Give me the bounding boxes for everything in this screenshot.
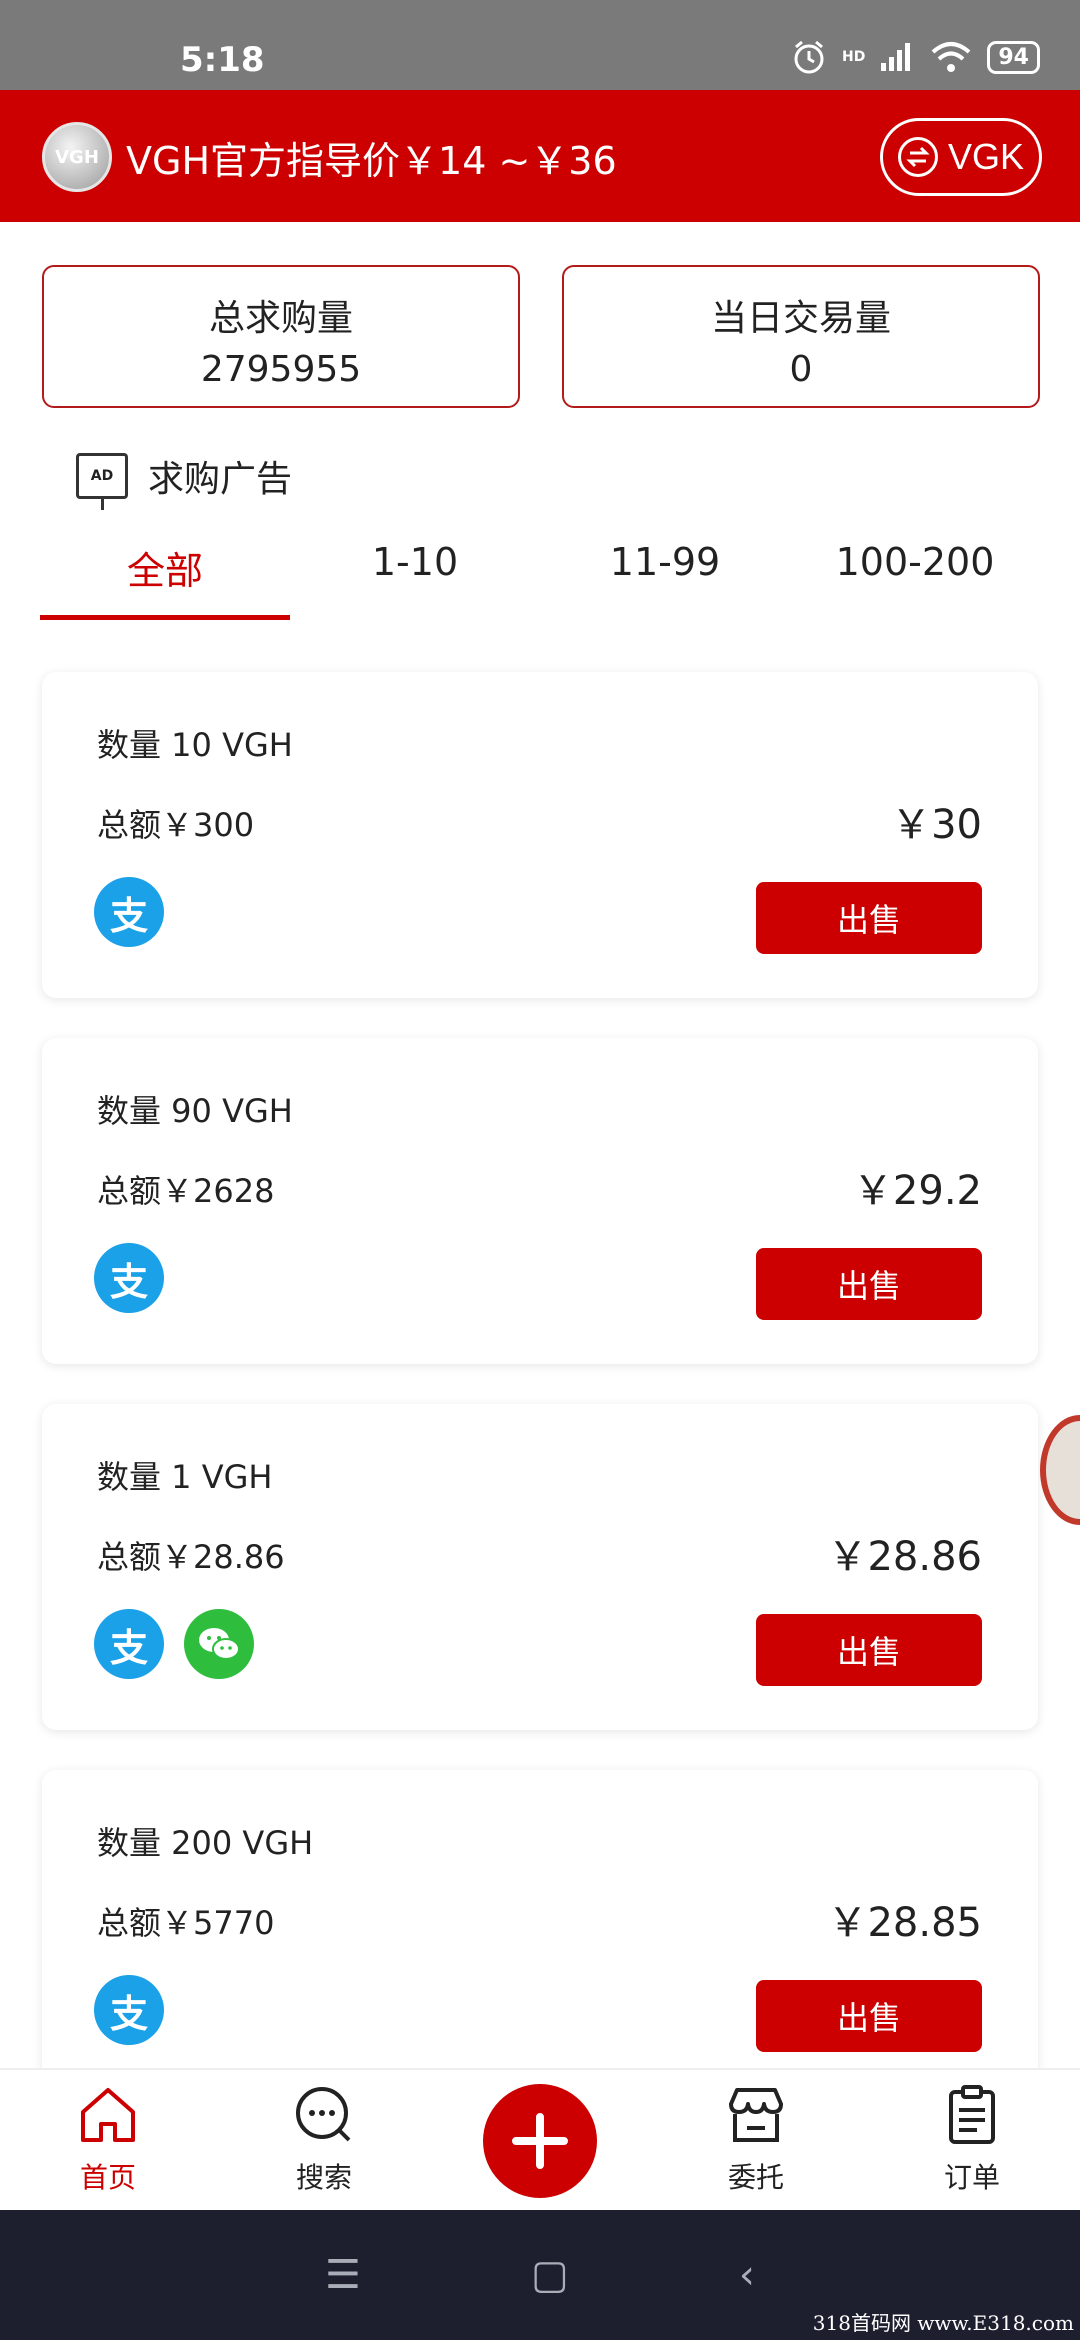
home-square-icon[interactable]: ▢: [531, 2252, 569, 2298]
listing-quantity: 数量 10 VGH: [97, 726, 293, 764]
switch-vgk-button[interactable]: VGK: [880, 118, 1042, 196]
nav-label: 搜索: [295, 2161, 352, 2194]
tab-100-200[interactable]: 100-200: [790, 530, 1040, 620]
alipay-icon: 支: [94, 1243, 164, 1313]
tab-all[interactable]: 全部: [40, 530, 290, 620]
sell-button[interactable]: 出售: [756, 1248, 982, 1320]
quantity-filter-tabs: 全部 1-10 11-99 100-200: [40, 530, 1040, 620]
listing-price: ￥28.86: [827, 1534, 982, 1580]
watermark-text: 318首码网 www.E318.com: [812, 2311, 1074, 2335]
nav-publish: [432, 2070, 648, 2210]
stat-label: 总求购量: [208, 298, 353, 339]
tab-11-99[interactable]: 11-99: [540, 530, 790, 620]
stat-value: 2795955: [200, 349, 362, 390]
listing-card: 数量 1 VGH 总额￥28.86 ￥28.86 支 出售: [42, 1404, 1038, 1730]
sell-button[interactable]: 出售: [756, 1980, 982, 2052]
store-icon: [729, 2088, 783, 2142]
stat-total-demand: 总求购量 2795955: [42, 265, 520, 408]
payment-methods: 支: [94, 877, 164, 947]
listing-card: 数量 200 VGH 总额￥5770 ￥28.85 支 出售: [42, 1770, 1038, 2096]
listing-price: ￥29.2: [852, 1168, 982, 1214]
bottom-nav: 首页 搜索 委托 订单: [0, 2068, 1080, 2210]
listing-card: 数量 90 VGH 总额￥2628 ￥29.2 支 出售: [42, 1038, 1038, 1364]
search-icon: [296, 2087, 351, 2142]
menu-icon[interactable]: ☰: [325, 2252, 361, 2298]
status-icons: HD 94: [790, 38, 1040, 76]
ad-icon: AD: [76, 453, 128, 510]
nav-orders[interactable]: 订单: [864, 2070, 1080, 2210]
back-icon[interactable]: ‹: [739, 2252, 755, 2298]
home-icon: [81, 2088, 135, 2142]
wechat-icon: [184, 1609, 254, 1679]
vgh-logo: VGH: [42, 122, 112, 192]
listing-total: 总额￥5770: [97, 1904, 275, 1942]
sell-button[interactable]: 出售: [756, 882, 982, 954]
status-bar: 5:18 HD 94: [0, 0, 1080, 90]
status-time: 5:18: [180, 40, 265, 80]
alarm-icon: [794, 40, 824, 74]
sell-button[interactable]: 出售: [756, 1614, 982, 1686]
tab-1-10[interactable]: 1-10: [290, 530, 540, 620]
exchange-icon: [897, 137, 938, 177]
clipboard-icon: [949, 2085, 995, 2144]
battery-icon: 94: [987, 40, 1040, 74]
wifi-icon: [932, 42, 971, 72]
listing-quantity: 数量 90 VGH: [97, 1092, 293, 1130]
payment-methods: 支: [94, 1243, 164, 1313]
listing-total: 总额￥28.86: [97, 1538, 285, 1576]
publish-plus-button[interactable]: [483, 2084, 597, 2198]
listing-price: ￥28.85: [827, 1900, 982, 1946]
listing-total: 总额￥300: [97, 806, 255, 844]
nav-home[interactable]: 首页: [0, 2070, 216, 2210]
payment-methods: 支: [94, 1609, 254, 1679]
nav-search[interactable]: 搜索: [216, 2070, 432, 2210]
floating-assistant-icon[interactable]: [1040, 1415, 1080, 1525]
ad-section-header: AD 求购广告: [76, 450, 293, 510]
listing-quantity: 数量 1 VGH: [97, 1458, 273, 1496]
alipay-icon: 支: [94, 1975, 164, 2045]
stat-label: 当日交易量: [710, 298, 891, 339]
stat-value: 0: [789, 349, 813, 390]
nav-label: 订单: [943, 2161, 1000, 2194]
alipay-icon: 支: [94, 877, 164, 947]
listing-card: 数量 10 VGH 总额￥300 ￥30 支 出售: [42, 672, 1038, 998]
plus-icon: [512, 2113, 568, 2169]
stat-daily-volume: 当日交易量 0: [562, 265, 1040, 408]
listing-total: 总额￥2628: [97, 1172, 275, 1210]
payment-methods: 支: [94, 1975, 164, 2045]
signal-icon: [881, 43, 911, 71]
nav-label: 首页: [79, 2161, 136, 2194]
app-header: VGH VGH官方指导价￥14 ~￥36 VGK: [0, 90, 1080, 222]
network-type-label: HD: [842, 49, 866, 65]
nav-entrust[interactable]: 委托: [648, 2070, 864, 2210]
listing-quantity: 数量 200 VGH: [97, 1824, 314, 1862]
listing-price: ￥30: [891, 802, 982, 848]
switch-vgk-label: VGK: [947, 136, 1025, 177]
section-title: 求购广告: [148, 459, 293, 500]
page-title: VGH官方指导价￥14 ~￥36: [126, 139, 617, 183]
nav-label: 委托: [727, 2161, 784, 2194]
alipay-icon: 支: [94, 1609, 164, 1679]
